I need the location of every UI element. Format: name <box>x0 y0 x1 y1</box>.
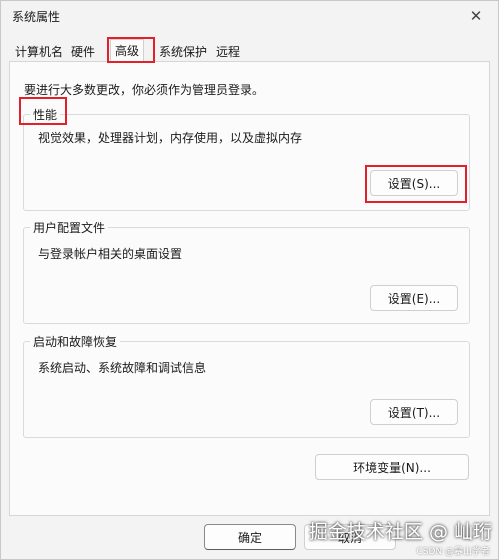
close-icon[interactable]: ✕ <box>464 4 488 28</box>
tab-remote[interactable]: 远程 <box>216 43 240 60</box>
system-properties-window: 系统属性 ✕ 计算机名 硬件 高级 系统保护 远程 要进行大多数更改，你必须作为… <box>0 0 499 560</box>
user-profiles-group: 用户配置文件 与登录帐户相关的桌面设置 设置(E)... <box>23 219 470 324</box>
title-bar[interactable]: 系统属性 ✕ <box>1 1 498 31</box>
tab-computer-name[interactable]: 计算机名 <box>15 43 63 60</box>
startup-recovery-group: 启动和故障恢复 系统启动、系统故障和调试信息 设置(T)... <box>23 333 470 438</box>
performance-group: 性能 视觉效果，处理器计划，内存使用，以及虚拟内存 设置(S)... <box>23 106 470 211</box>
tab-system-protection[interactable]: 系统保护 <box>159 43 207 60</box>
tab-advanced[interactable]: 高级 <box>110 39 145 61</box>
user-profiles-settings-button[interactable]: 设置(E)... <box>370 285 458 311</box>
startup-recovery-label: 启动和故障恢复 <box>30 333 121 350</box>
environment-variables-button[interactable]: 环境变量(N)... <box>315 454 469 480</box>
tab-hardware[interactable]: 硬件 <box>71 43 95 60</box>
user-profiles-label: 用户配置文件 <box>30 219 109 236</box>
startup-recovery-description: 系统启动、系统故障和调试信息 <box>38 361 207 375</box>
performance-settings-button[interactable]: 设置(S)... <box>370 170 458 196</box>
user-profiles-description: 与登录帐户相关的桌面设置 <box>38 247 183 261</box>
performance-label: 性能 <box>30 106 61 123</box>
window-title: 系统属性 <box>12 10 61 24</box>
ok-button[interactable]: 确定 <box>204 524 296 550</box>
admin-note: 要进行大多数更改，你必须作为管理员登录。 <box>24 83 265 97</box>
watermark: 掘金技术社区 @ 屾珩 <box>308 521 492 543</box>
performance-description: 视觉效果，处理器计划，内存使用，以及虚拟内存 <box>38 131 303 145</box>
startup-recovery-settings-button[interactable]: 设置(T)... <box>370 399 458 425</box>
watermark-small: CSDN @暴山学者 <box>416 547 490 557</box>
